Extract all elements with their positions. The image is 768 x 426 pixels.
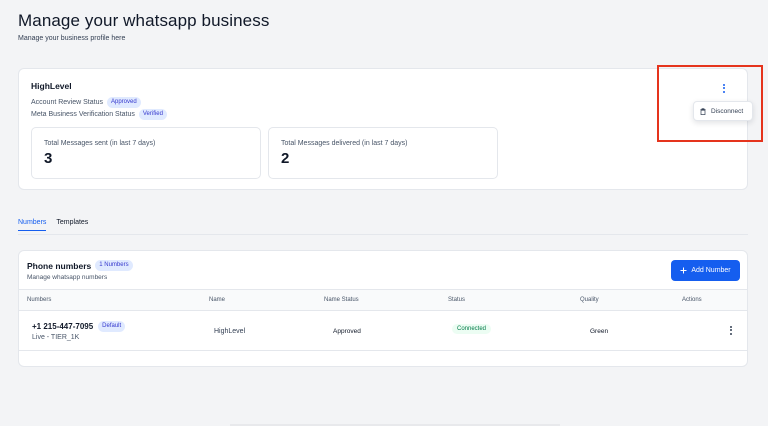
phone-number-cell: +1 215-447-7095 Default (32, 321, 126, 332)
status-cell: Connected (452, 324, 492, 334)
default-badge: Default (98, 321, 126, 332)
account-review-badge: Approved (106, 97, 141, 108)
column-header: Status (448, 297, 466, 303)
column-header: Name Status (324, 297, 359, 303)
connected-status-badge: Connected (452, 324, 492, 334)
add-number-label: Add Number (691, 267, 731, 274)
phone-tier: Live - TIER_1K (32, 334, 80, 341)
table-row: +1 215-447-7095 Default Live - TIER_1K H… (19, 311, 747, 351)
kebab-dot (730, 329, 732, 331)
phone-numbers-heading: Phone numbers (27, 260, 92, 271)
business-name: HighLevel (31, 81, 72, 91)
tab-templates[interactable]: Templates (56, 219, 88, 231)
account-review-status: Account Review Status Approved (31, 97, 141, 108)
phone-numbers-title: Phone numbers 1 Numbers (27, 260, 133, 271)
phone-numbers-card: Phone numbers 1 Numbers Manage whatsapp … (18, 250, 748, 367)
account-review-label: Account Review Status (31, 99, 103, 106)
row-name-status: Approved (333, 328, 361, 335)
column-header: Name (209, 297, 226, 303)
meta-verification-status: Meta Business Verification Status Verifi… (31, 109, 167, 120)
table-header: Numbers Name Name Status Status Quality … (19, 289, 747, 311)
tab-numbers[interactable]: Numbers (18, 219, 47, 231)
meta-verification-label: Meta Business Verification Status (31, 111, 135, 118)
messages-sent-stat: Total Messages sent (in last 7 days) 3 (31, 127, 261, 179)
plus-icon (680, 267, 687, 274)
row-name: HighLevel (214, 328, 246, 335)
phone-numbers-subtitle: Manage whatsapp numbers (27, 274, 108, 281)
phone-number: +1 215-447-7095 (32, 322, 94, 331)
column-header: Actions (682, 297, 702, 303)
messages-delivered-value: 2 (281, 150, 290, 167)
page-subtitle: Manage your business profile here (18, 35, 126, 42)
meta-verification-badge: Verified (138, 109, 167, 120)
add-number-button[interactable]: Add Number (671, 260, 740, 281)
kebab-dot (730, 332, 732, 335)
messages-sent-label: Total Messages sent (in last 7 days) (44, 140, 156, 147)
row-actions-kebab-icon[interactable] (726, 323, 736, 337)
messages-delivered-label: Total Messages delivered (in last 7 days… (281, 140, 408, 147)
column-header: Quality (580, 297, 599, 303)
messages-delivered-stat: Total Messages delivered (in last 7 days… (268, 127, 498, 179)
business-profile-card: HighLevel Account Review Status Approved… (18, 68, 748, 190)
page-title: Manage your whatsapp business (18, 11, 270, 30)
kebab-dot (730, 325, 732, 328)
column-header: Numbers (27, 297, 52, 303)
tab-divider (18, 234, 748, 235)
tab-bar: Numbers Templates (18, 219, 88, 231)
row-quality: Green (590, 328, 609, 335)
messages-sent-value: 3 (44, 150, 53, 167)
numbers-count-badge: 1 Numbers (95, 260, 133, 271)
highlight-annotation-box (657, 65, 763, 142)
